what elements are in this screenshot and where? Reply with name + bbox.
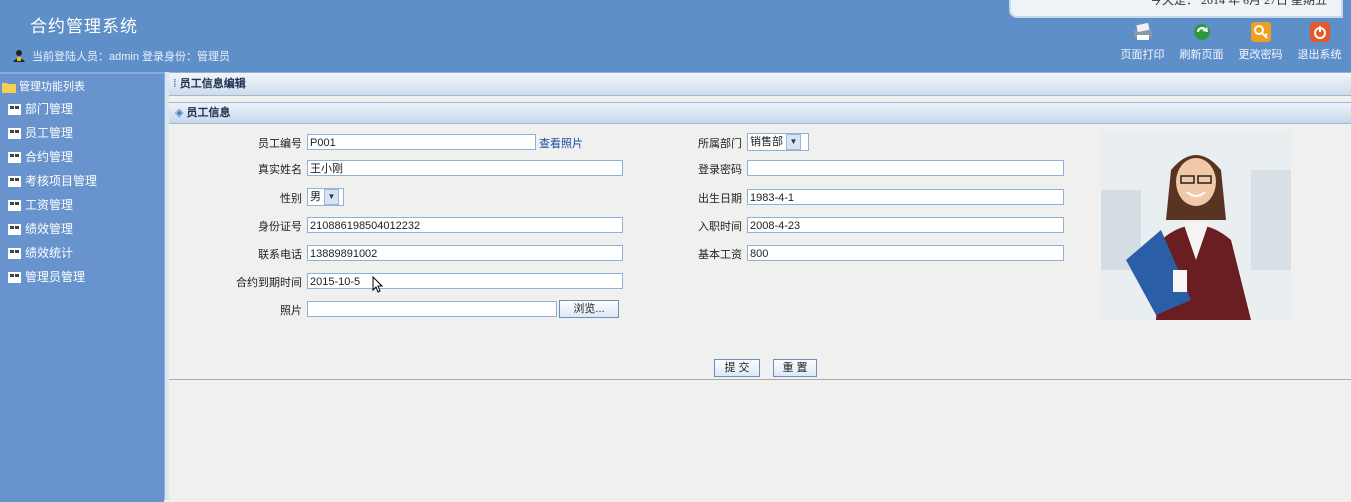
view-photo-link[interactable]: 查看照片 bbox=[539, 135, 583, 151]
date-box: 今天是： 2014 年 6月 27日 星期五 bbox=[1009, 0, 1343, 18]
module-icon bbox=[8, 152, 21, 163]
power-icon bbox=[1309, 22, 1330, 42]
sidebar-item-label: 工资管理 bbox=[25, 198, 74, 212]
hire-label: 入职时间 bbox=[698, 221, 742, 233]
user-info: 当前登陆人员：admin 登录身份：管理员 bbox=[12, 48, 230, 64]
user-info-text: 当前登陆人员：admin 登录身份：管理员 bbox=[32, 51, 231, 63]
password-label: 登录密码 bbox=[698, 164, 742, 176]
mouse-cursor-icon bbox=[372, 276, 384, 293]
app-title: 合约管理系统 bbox=[30, 17, 138, 37]
submit-button[interactable]: 提 交 bbox=[714, 359, 760, 377]
toolbar: 页面打印 刷新页面 更改密码 退出系统 bbox=[1113, 20, 1349, 62]
module-icon bbox=[8, 176, 21, 187]
name-label: 真实姓名 bbox=[258, 164, 302, 176]
sidebar-item-contract[interactable]: 合约管理 bbox=[0, 145, 164, 169]
sidebar-item-employee[interactable]: 员工管理 bbox=[0, 121, 164, 145]
birth-label: 出生日期 bbox=[698, 193, 742, 205]
print-icon bbox=[1133, 22, 1152, 40]
phone-field[interactable]: 13889891002 bbox=[307, 245, 623, 261]
print-label: 页面打印 bbox=[1120, 49, 1165, 61]
employee-photo bbox=[1101, 130, 1291, 320]
salary-label: 基本工资 bbox=[698, 249, 742, 261]
key-icon bbox=[1250, 22, 1271, 42]
department-select[interactable]: 销售部 ▼ bbox=[747, 133, 809, 151]
reset-button[interactable]: 重 置 bbox=[773, 359, 817, 377]
hire-field[interactable]: 2008-4-23 bbox=[747, 217, 1064, 233]
module-icon bbox=[8, 272, 21, 283]
panel-title: 员工信息编辑 bbox=[179, 78, 246, 90]
gender-label: 性别 bbox=[280, 193, 302, 205]
contract-end-field[interactable]: 2015-10-5 bbox=[307, 273, 623, 289]
phone-label: 联系电话 bbox=[258, 249, 302, 261]
main-panel: ⁞ 员工信息编辑 ◈ 员工信息 员工编号 P001 查看照片 真实姓名 王小刚 … bbox=[169, 72, 1351, 500]
panel-title-bar: ⁞ 员工信息编辑 bbox=[169, 72, 1351, 96]
refresh-button[interactable]: 刷新页面 bbox=[1172, 20, 1231, 62]
header-bar: 合约管理系统 当前登陆人员：admin 登录身份：管理员 今天是： 2014 年… bbox=[0, 0, 1351, 72]
grip-icon: ⁞ bbox=[173, 78, 180, 90]
department-label: 所属部门 bbox=[698, 138, 742, 150]
chevron-down-icon: ▼ bbox=[324, 189, 339, 205]
print-button[interactable]: 页面打印 bbox=[1113, 20, 1172, 62]
logout-label: 退出系统 bbox=[1297, 49, 1342, 61]
gender-select[interactable]: 男 ▼ bbox=[307, 188, 344, 206]
employee-form: 员工编号 P001 查看照片 真实姓名 王小刚 性别 男 ▼ 身份证号 21088… bbox=[169, 122, 1351, 380]
sidebar: 管理功能列表 部门管理 员工管理 合约管理 考核项目管理 工资管理 绩效管理 绩… bbox=[0, 72, 164, 502]
section-title: 员工信息 bbox=[186, 107, 231, 119]
refresh-label: 刷新页面 bbox=[1179, 49, 1224, 61]
module-icon bbox=[8, 224, 21, 235]
id-card-label: 身份证号 bbox=[258, 221, 302, 233]
birth-field[interactable]: 1983-4-1 bbox=[747, 189, 1064, 205]
department-value: 销售部 bbox=[750, 136, 783, 148]
id-card-field[interactable]: 210886198504012232 bbox=[307, 217, 623, 233]
sidebar-item-label: 绩效统计 bbox=[25, 246, 74, 260]
module-icon bbox=[8, 128, 21, 139]
sidebar-item-salary[interactable]: 工资管理 bbox=[0, 193, 164, 217]
password-field[interactable] bbox=[747, 160, 1064, 176]
photo-path-field[interactable] bbox=[307, 301, 557, 317]
salary-field[interactable]: 800 bbox=[747, 245, 1064, 261]
photo-label: 照片 bbox=[280, 305, 302, 317]
sidebar-item-assessment[interactable]: 考核项目管理 bbox=[0, 169, 164, 193]
name-field[interactable]: 王小刚 bbox=[307, 160, 623, 176]
sidebar-item-performance[interactable]: 绩效管理 bbox=[0, 217, 164, 241]
change-password-label: 更改密码 bbox=[1238, 49, 1283, 61]
diamond-icon: ◈ bbox=[175, 107, 187, 119]
date-text: 今天是： 2014 年 6月 27日 星期五 bbox=[1149, 0, 1327, 7]
module-icon bbox=[8, 200, 21, 211]
module-icon bbox=[8, 248, 21, 259]
emp-id-label: 员工编号 bbox=[258, 138, 302, 150]
sidebar-item-label: 部门管理 bbox=[25, 102, 74, 116]
sidebar-heading[interactable]: 管理功能列表 bbox=[0, 77, 164, 97]
section-title-bar: ◈ 员工信息 bbox=[169, 102, 1351, 124]
employee-photo-image bbox=[1101, 130, 1291, 320]
sidebar-item-performance-stats[interactable]: 绩效统计 bbox=[0, 241, 164, 265]
change-password-button[interactable]: 更改密码 bbox=[1231, 20, 1290, 62]
folder-icon bbox=[2, 82, 16, 93]
logout-button[interactable]: 退出系统 bbox=[1290, 20, 1349, 62]
sidebar-item-label: 管理员管理 bbox=[25, 270, 86, 284]
contract-end-label: 合约到期时间 bbox=[236, 277, 302, 289]
refresh-icon bbox=[1193, 24, 1210, 40]
module-icon bbox=[8, 104, 21, 115]
sidebar-heading-label: 管理功能列表 bbox=[19, 81, 85, 93]
gender-value: 男 bbox=[310, 191, 321, 203]
browse-button[interactable]: 浏览... bbox=[559, 300, 619, 318]
chevron-down-icon: ▼ bbox=[786, 134, 801, 150]
user-icon bbox=[13, 50, 25, 62]
sidebar-item-label: 绩效管理 bbox=[25, 222, 74, 236]
sidebar-item-department[interactable]: 部门管理 bbox=[0, 97, 164, 121]
sidebar-item-admin[interactable]: 管理员管理 bbox=[0, 265, 164, 289]
sidebar-item-label: 合约管理 bbox=[25, 150, 74, 164]
emp-id-field[interactable]: P001 bbox=[307, 134, 536, 150]
sidebar-item-label: 员工管理 bbox=[25, 126, 74, 140]
sidebar-item-label: 考核项目管理 bbox=[25, 174, 98, 188]
